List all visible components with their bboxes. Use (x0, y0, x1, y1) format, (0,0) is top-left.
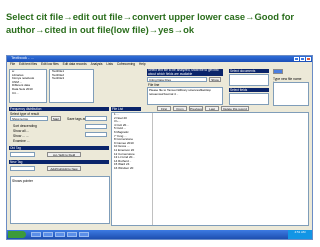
option-2[interactable]: Show all ... (13, 129, 29, 133)
list-item[interactable]: TextFile3 (50, 77, 93, 81)
minimize-icon[interactable] (294, 57, 299, 61)
cut-tag-button[interactable]: cut / Edit to Field (47, 152, 81, 157)
clock: 4:51 AM (294, 230, 306, 234)
frequency-label: Frequency distribution (9, 107, 109, 111)
select-fields-label: Select fields (229, 88, 269, 92)
new-file-name-input[interactable] (273, 82, 309, 106)
old-tag-label: Old Tag (9, 146, 109, 150)
save-tags-input[interactable] (85, 116, 107, 121)
option-1[interactable]: Sort descending (13, 124, 37, 128)
menu-edit-data[interactable]: Edit data records (63, 62, 87, 66)
taskbar-item[interactable] (67, 232, 77, 237)
select-analyzed-label: Select text file to be analyzed, show fi… (147, 68, 223, 76)
menu-analysis[interactable]: Analysis (91, 62, 103, 66)
from-button[interactable]: From (173, 106, 187, 111)
list-item[interactable]: Cit ... (10, 91, 46, 96)
from-input[interactable] (85, 124, 107, 129)
menu-edit-low[interactable]: Edit low files (41, 62, 59, 66)
folder-tree[interactable]: a: Libraries Kimiya notebook CNM ... Dif… (9, 69, 47, 103)
menu-bar: File Edit text files Edit low files Edit… (7, 62, 312, 67)
start-button[interactable]: Start (51, 116, 61, 121)
close-icon[interactable] (306, 57, 311, 61)
last-button[interactable]: Last (205, 106, 219, 111)
new-tag-input[interactable] (10, 166, 35, 171)
old-tag-input[interactable] (10, 152, 35, 157)
taskbar-item[interactable] (43, 232, 53, 237)
start-button-icon[interactable] (8, 231, 26, 238)
file-list-box[interactable]: TextFile1 TextFile2 TextFile3 (49, 69, 94, 103)
select-documents-label: Select documents (229, 69, 269, 73)
file-list-table[interactable]: 1 ... 2 Noel 20 3 L... 4 Cutt 20... 5 Cu… (111, 112, 309, 226)
option-3[interactable]: Show ... ... (13, 134, 29, 138)
instruction-caption: Select cit file→edit out file→convert up… (6, 11, 295, 35)
taskbar-item[interactable] (79, 232, 89, 237)
menu-help[interactable]: Help (139, 62, 146, 66)
file-list-label: File List (111, 107, 141, 111)
data-type-select[interactable]: Citing Data Files (147, 77, 207, 82)
menu-edit-text[interactable]: Edit text files (19, 62, 37, 66)
menu-cofrecorning[interactable]: Cofrecorning (117, 62, 135, 66)
maximize-icon[interactable] (300, 57, 305, 61)
type-select[interactable]: Show terms (10, 116, 48, 121)
menu-file[interactable]: File (10, 62, 15, 66)
documents-list[interactable] (229, 74, 269, 86)
taskbar: 4:51 AM (7, 230, 312, 239)
new-tag-label: New Tag (9, 160, 109, 164)
menu-lists[interactable]: Lists (106, 62, 113, 66)
add-tag-button[interactable]: Add/Cut/Add to New (47, 166, 81, 171)
table-row[interactable]: 16 Windsor 20 (112, 166, 152, 171)
fields-list[interactable] (229, 93, 269, 105)
status-area: Shows pointer (10, 176, 110, 224)
app-window: Textbook - ... File Edit text files Edit… (6, 55, 313, 240)
save-tags-label: Save tags as (67, 117, 87, 121)
delete-record-button[interactable]: Delete this record (221, 106, 249, 111)
window-title: Textbook - ... (11, 55, 34, 60)
to-input[interactable] (85, 132, 107, 137)
status-text: Shows pointer (12, 179, 33, 183)
action-button[interactable] (273, 69, 283, 74)
previous-button[interactable]: Previous (189, 106, 203, 111)
taskbar-item[interactable] (55, 232, 65, 237)
option-4[interactable]: Examine ... (13, 139, 30, 143)
system-tray: 4:51 AM (288, 230, 312, 239)
show-button[interactable]: Show (209, 77, 221, 82)
file-path-display: Please file to Tamuor/Hlbrary sciencesfi… (147, 87, 223, 105)
taskbar-item[interactable] (31, 232, 41, 237)
first-button[interactable]: First (157, 106, 171, 111)
